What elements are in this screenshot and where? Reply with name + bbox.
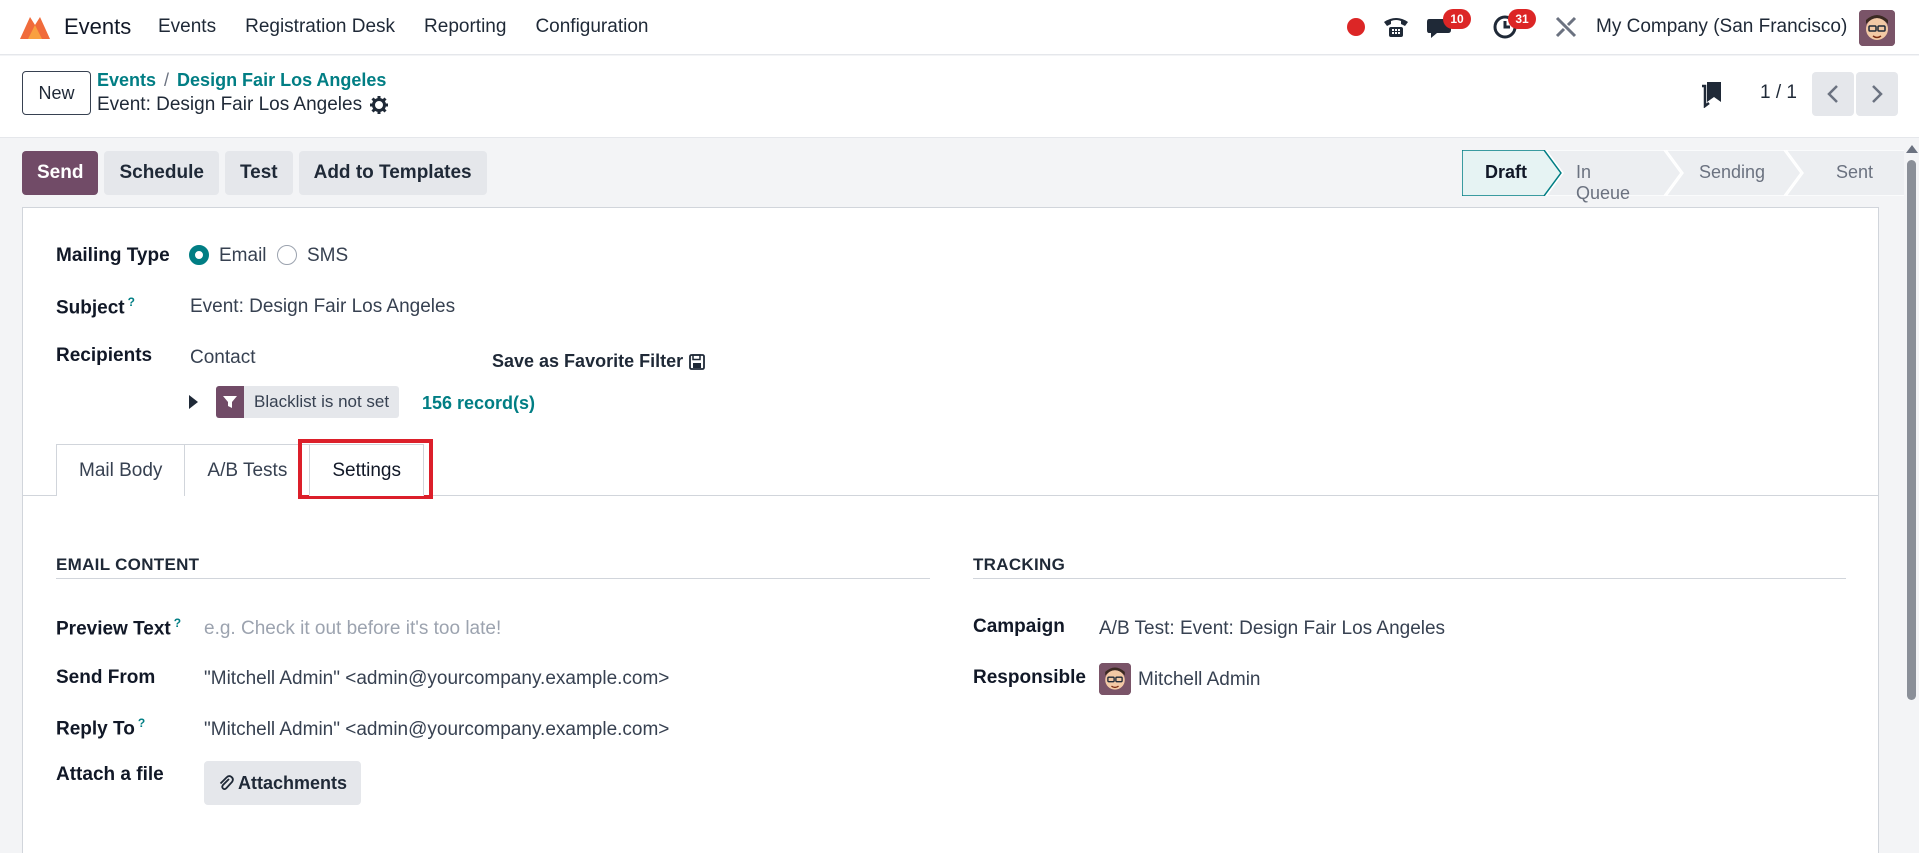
test-button[interactable]: Test bbox=[224, 151, 293, 195]
stage-sending[interactable]: Sending bbox=[1699, 162, 1765, 183]
tracking-title: TRACKING bbox=[973, 555, 1066, 574]
new-button[interactable]: New bbox=[22, 71, 91, 115]
campaign-input[interactable]: A/B Test: Event: Design Fair Los Angeles bbox=[1099, 618, 1445, 640]
user-avatar[interactable] bbox=[1859, 10, 1895, 46]
floppy-disk-icon bbox=[689, 353, 705, 370]
help-tooltip-icon[interactable]: ? bbox=[138, 716, 145, 730]
mailing-type-email-radio[interactable] bbox=[189, 245, 209, 265]
mailing-type-sms-label[interactable]: SMS bbox=[307, 245, 348, 267]
chevron-left-icon bbox=[1827, 85, 1838, 103]
email-content-title: EMAIL CONTENT bbox=[56, 555, 200, 574]
records-count-link[interactable]: 156 record(s) bbox=[422, 393, 535, 414]
mailing-type-email-label[interactable]: Email bbox=[219, 245, 267, 267]
attachments-button-label: Attachments bbox=[238, 773, 348, 793]
add-to-templates-button[interactable]: Add to Templates bbox=[298, 151, 487, 195]
domain-filter-chip[interactable]: Blacklist is not set bbox=[216, 386, 400, 418]
tab-mail-body[interactable]: Mail Body bbox=[56, 444, 186, 496]
responsible-label: Responsible bbox=[973, 667, 1086, 688]
filter-icon-box bbox=[216, 386, 244, 418]
chevron-right-icon bbox=[1872, 85, 1883, 103]
schedule-button[interactable]: Schedule bbox=[104, 151, 219, 195]
preview-text-input[interactable]: e.g. Check it out before it's too late! bbox=[204, 618, 501, 640]
menu-item-events[interactable]: Events bbox=[158, 16, 216, 38]
send-from-input[interactable]: "Mitchell Admin" <admin@yourcompany.exam… bbox=[204, 668, 669, 690]
send-button[interactable]: Send bbox=[22, 151, 99, 195]
campaign-label: Campaign bbox=[973, 616, 1065, 637]
record-title-row: Event: Design Fair Los Angeles bbox=[97, 94, 389, 116]
subject-label-text: Subject bbox=[56, 297, 125, 319]
recording-indicator-icon[interactable] bbox=[1347, 18, 1365, 36]
help-tooltip-icon[interactable]: ? bbox=[128, 295, 135, 309]
notebook-tabs: Mail Body A/B Tests Settings bbox=[56, 444, 424, 496]
avatar-face-icon bbox=[1859, 10, 1895, 46]
tab-settings[interactable]: Settings bbox=[309, 444, 424, 496]
subject-input[interactable]: Event: Design Fair Los Angeles bbox=[190, 296, 455, 318]
attachments-button[interactable]: Attachments bbox=[204, 761, 362, 805]
gear-icon[interactable] bbox=[370, 96, 389, 114]
app-name[interactable]: Events bbox=[64, 14, 131, 40]
top-navbar: Events Events Registration Desk Reportin… bbox=[0, 0, 1919, 55]
responsible-avatar[interactable] bbox=[1099, 663, 1131, 695]
mailing-type-label: Mailing Type bbox=[56, 245, 170, 266]
attach-file-label: Attach a file bbox=[56, 764, 164, 785]
save-favorite-filter-label: Save as Favorite Filter bbox=[492, 351, 684, 371]
tab-ab-tests[interactable]: A/B Tests bbox=[184, 444, 311, 496]
pager-value[interactable]: 1 / 1 bbox=[1760, 82, 1797, 104]
app-logo-icon[interactable] bbox=[18, 13, 52, 41]
scrollbar-thumb[interactable] bbox=[1907, 160, 1916, 700]
filter-chip-label: Blacklist is not set bbox=[254, 392, 390, 411]
filter-icon bbox=[223, 396, 237, 408]
pager-next-button[interactable] bbox=[1856, 72, 1898, 116]
email-content-rule bbox=[56, 578, 930, 579]
paperclip-icon bbox=[219, 775, 234, 791]
pager-previous-button[interactable] bbox=[1812, 72, 1854, 116]
mailing-type-sms-radio[interactable] bbox=[277, 245, 297, 265]
reply-to-label-text: Reply To bbox=[56, 718, 135, 740]
control-panel: New Events / Design Fair Los Angeles Event… bbox=[0, 56, 1919, 138]
chat-count-badge: 10 bbox=[1443, 9, 1471, 29]
caret-right-icon[interactable] bbox=[189, 395, 198, 409]
stage-in-queue[interactable]: In Queue bbox=[1576, 162, 1630, 204]
help-tooltip-icon[interactable]: ? bbox=[174, 616, 181, 630]
reply-to-label: Reply To? bbox=[56, 716, 145, 740]
reply-to-input[interactable]: "Mitchell Admin" <admin@yourcompany.exam… bbox=[204, 719, 669, 741]
record-title: Event: Design Fair Los Angeles bbox=[97, 94, 363, 115]
tracking-rule bbox=[973, 578, 1846, 579]
save-favorite-filter-button[interactable]: Save as Favorite Filter bbox=[492, 351, 705, 372]
company-switcher[interactable]: My Company (San Francisco) bbox=[1596, 16, 1847, 38]
menu-item-reporting[interactable]: Reporting bbox=[424, 16, 506, 38]
preview-text-label: Preview Text? bbox=[56, 616, 181, 640]
activity-count-badge: 31 bbox=[1508, 9, 1536, 29]
bookmark-icon[interactable] bbox=[1699, 80, 1725, 108]
main-menu: Events Registration Desk Reporting Confi… bbox=[158, 16, 677, 38]
responsible-input[interactable]: Mitchell Admin bbox=[1138, 669, 1261, 691]
breadcrumb-event-link[interactable]: Design Fair Los Angeles bbox=[177, 70, 386, 90]
scroll-up-arrow-icon[interactable] bbox=[1906, 145, 1918, 153]
menu-item-configuration[interactable]: Configuration bbox=[535, 16, 648, 38]
phone-icon[interactable] bbox=[1382, 14, 1410, 40]
stage-sent[interactable]: Sent bbox=[1836, 162, 1873, 183]
breadcrumb-events-link[interactable]: Events bbox=[97, 70, 156, 90]
subject-label: Subject? bbox=[56, 295, 135, 319]
recipients-label: Recipients bbox=[56, 345, 153, 366]
stage-draft[interactable]: Draft bbox=[1485, 162, 1527, 183]
send-from-label: Send From bbox=[56, 667, 156, 688]
menu-item-registration-desk[interactable]: Registration Desk bbox=[245, 16, 395, 38]
breadcrumb: Events / Design Fair Los Angeles bbox=[97, 70, 386, 91]
debug-tools-icon[interactable] bbox=[1554, 15, 1578, 39]
breadcrumb-separator: / bbox=[164, 70, 170, 90]
avatar-face-icon bbox=[1099, 663, 1131, 695]
action-buttons: Send Schedule Test Add to Templates bbox=[22, 151, 487, 195]
recipients-model-select[interactable]: Contact bbox=[190, 347, 255, 369]
preview-text-label-text: Preview Text bbox=[56, 618, 171, 640]
